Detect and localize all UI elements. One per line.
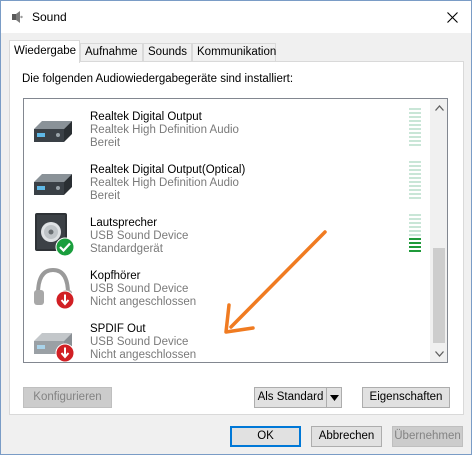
tab-wiedergabe[interactable]: Wiedergabe xyxy=(9,40,80,63)
device-name: Kopfhörer xyxy=(90,270,141,282)
close-icon xyxy=(446,11,458,23)
device-driver: USB Sound Device xyxy=(90,283,189,295)
set-default-split-button[interactable]: Als Standard xyxy=(254,387,342,408)
device-status: Bereit xyxy=(90,190,121,202)
device-name: Lautsprecher xyxy=(90,217,158,229)
close-button[interactable] xyxy=(443,8,461,26)
device-driver: USB Sound Device xyxy=(90,336,189,348)
scroll-thumb[interactable] xyxy=(433,248,445,343)
device-name: Realtek Digital Output xyxy=(90,111,202,123)
list-item-spdif-out[interactable]: SPDIF Out USB Sound Device Nicht angesch… xyxy=(24,313,432,362)
tab-aufnahme[interactable]: Aufnahme xyxy=(80,43,143,62)
default-check-badge xyxy=(55,237,75,257)
digital-output-icon xyxy=(30,105,76,151)
cancel-button[interactable]: Abbrechen xyxy=(311,426,382,447)
volume-meter xyxy=(409,161,421,201)
not-connected-badge xyxy=(55,343,75,362)
device-driver: Realtek High Definition Audio xyxy=(90,124,239,136)
vertical-scrollbar[interactable] xyxy=(430,99,447,362)
device-status: Nicht angeschlossen xyxy=(90,296,197,308)
title-bar: Sound xyxy=(1,1,471,33)
ok-button[interactable]: OK xyxy=(230,426,301,447)
device-list[interactable]: Realtek Digital Output Realtek High Defi… xyxy=(23,98,448,363)
panel-intro-text: Die folgenden Audiowiedergabegeräte sind… xyxy=(22,73,294,85)
device-status: Standardgerät xyxy=(90,243,163,255)
sound-dialog: Sound Wiedergabe Aufnahme Sounds Kommuni… xyxy=(0,0,472,455)
properties-button[interactable]: Eigenschaften xyxy=(362,387,450,408)
list-item-lautsprecher[interactable]: Lautsprecher USB Sound Device Standardge… xyxy=(24,207,432,259)
device-driver: Realtek High Definition Audio xyxy=(90,177,239,189)
tab-sounds[interactable]: Sounds xyxy=(143,43,192,62)
scroll-down-button[interactable] xyxy=(431,345,447,362)
volume-meter xyxy=(409,214,421,254)
volume-meter xyxy=(409,108,421,148)
set-default-button[interactable]: Als Standard xyxy=(254,387,327,408)
list-item-kopfhoerer[interactable]: Kopfhörer USB Sound Device Nicht angesch… xyxy=(24,260,432,312)
device-status: Nicht angeschlossen xyxy=(90,349,197,361)
chevron-down-icon xyxy=(435,350,444,357)
list-item-realtek-digital-output-optical[interactable]: Realtek Digital Output(Optical) Realtek … xyxy=(24,154,432,206)
speaker-title-icon xyxy=(10,10,24,24)
set-default-dropdown[interactable] xyxy=(326,387,342,408)
apply-button[interactable]: Übernehmen xyxy=(392,426,463,447)
not-connected-badge xyxy=(55,290,75,310)
playback-panel: Die folgenden Audiowiedergabegeräte sind… xyxy=(9,61,464,415)
device-status: Bereit xyxy=(90,137,121,149)
configure-button[interactable]: Konfigurieren xyxy=(23,387,112,408)
device-name: Realtek Digital Output(Optical) xyxy=(90,164,246,176)
dropdown-arrow-icon xyxy=(329,395,339,401)
device-name: SPDIF Out xyxy=(90,323,146,335)
device-driver: USB Sound Device xyxy=(90,230,189,242)
list-item-realtek-digital-output[interactable]: Realtek Digital Output Realtek High Defi… xyxy=(24,101,432,153)
tab-kommunikation[interactable]: Kommunikation xyxy=(192,43,276,62)
chevron-up-icon xyxy=(435,104,444,111)
window-title: Sound xyxy=(32,10,67,24)
digital-output-icon xyxy=(30,158,76,204)
scroll-up-button[interactable] xyxy=(431,99,447,116)
